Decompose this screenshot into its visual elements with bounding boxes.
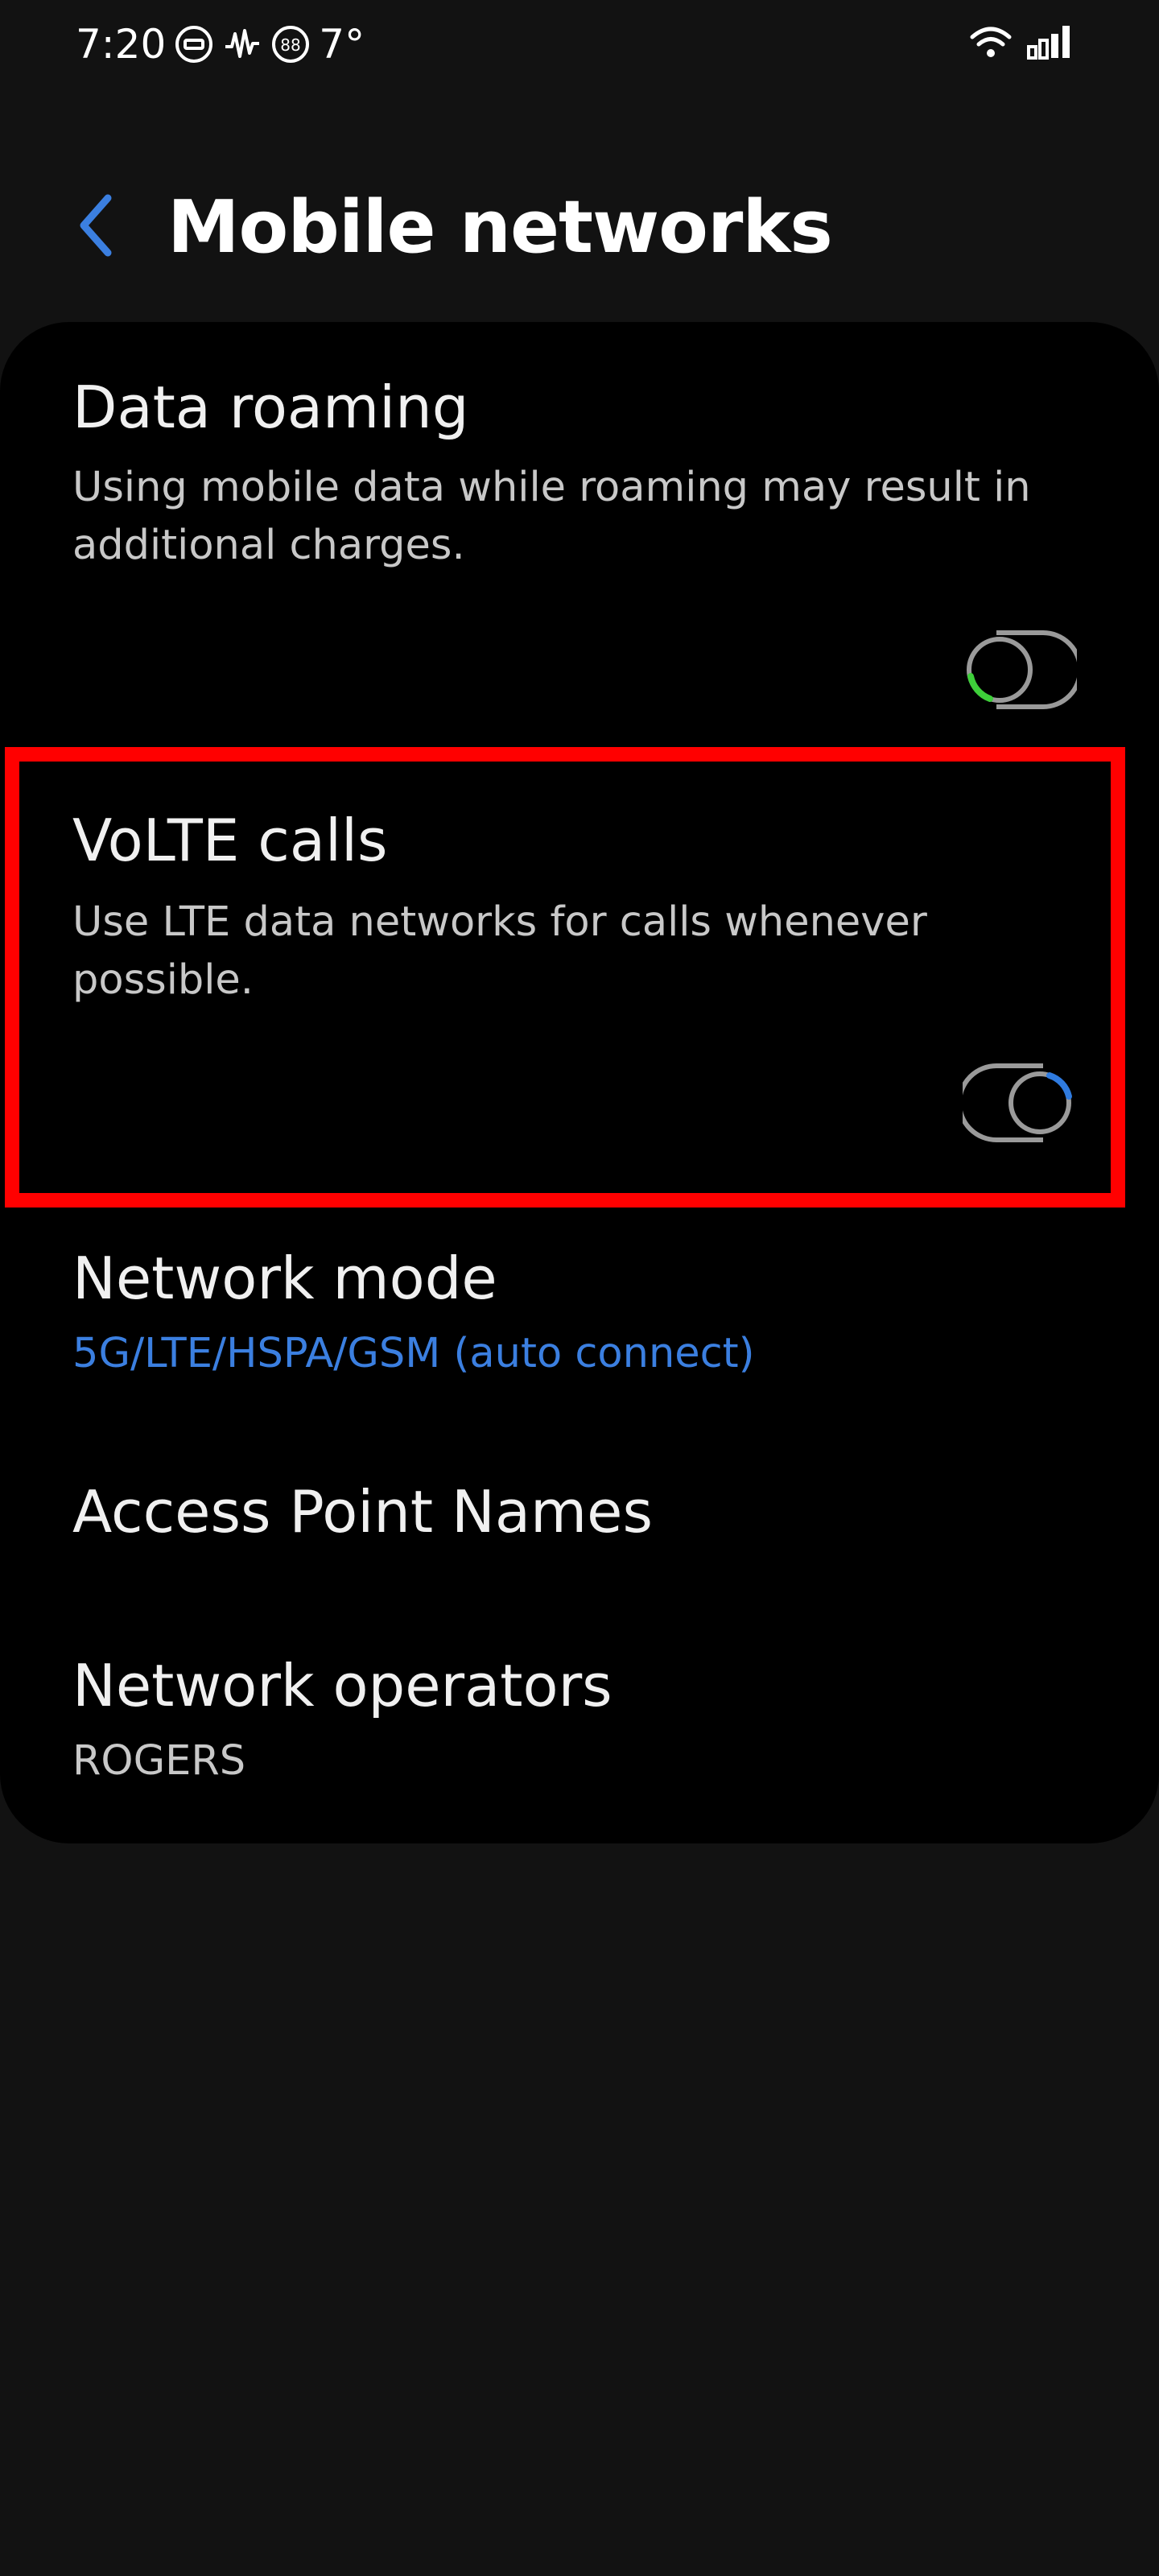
data-roaming-description: Using mobile data while roaming may resu… [72, 464, 1031, 569]
chevron-left-icon [80, 194, 112, 257]
status-left: 7:20 88 7° [76, 21, 365, 68]
network-mode-title: Network mode [72, 1245, 497, 1312]
network-operators-value: ROGERS [72, 1737, 246, 1785]
status-time: 7:20 [76, 21, 167, 68]
volte-calls-title: VoLTE calls [72, 807, 388, 874]
setting-network-mode[interactable]: Network mode 5G/LTE/HSPA/GSM (auto conne… [0, 1216, 1159, 1433]
access-point-names-title: Access Point Names [72, 1478, 653, 1546]
activity-wave-icon [222, 24, 262, 64]
notification-88-icon: 88 [270, 24, 311, 64]
back-button[interactable] [68, 193, 124, 258]
data-roaming-toggle[interactable] [963, 628, 1077, 712]
volte-calls-description: Use LTE data networks for calls whenever… [72, 898, 927, 1004]
status-temperature: 7° [319, 21, 365, 68]
wifi-icon [969, 24, 1013, 60]
app-header: Mobile networks [0, 161, 1159, 290]
cell-signal-icon [1025, 24, 1075, 60]
data-roaming-title: Data roaming [72, 374, 469, 441]
svg-text:88: 88 [281, 35, 301, 55]
volte-calls-toggle[interactable] [963, 1061, 1077, 1145]
setting-network-operators[interactable]: Network operators ROGERS [0, 1623, 1159, 1824]
network-operators-title: Network operators [72, 1652, 612, 1719]
message-bubble-icon [174, 24, 214, 64]
setting-volte-calls[interactable]: VoLTE calls Use LTE data networks for ca… [0, 757, 1159, 1191]
page-title: Mobile networks [167, 185, 833, 270]
network-mode-value: 5G/LTE/HSPA/GSM (auto connect) [72, 1330, 755, 1377]
setting-access-point-names[interactable]: Access Point Names [0, 1449, 1159, 1610]
status-bar: 7:20 88 7° [0, 0, 1159, 97]
setting-data-roaming[interactable]: Data roaming Using mobile data while roa… [0, 322, 1159, 741]
status-right [969, 24, 1075, 60]
settings-card: Data roaming Using mobile data while roa… [0, 322, 1159, 1843]
